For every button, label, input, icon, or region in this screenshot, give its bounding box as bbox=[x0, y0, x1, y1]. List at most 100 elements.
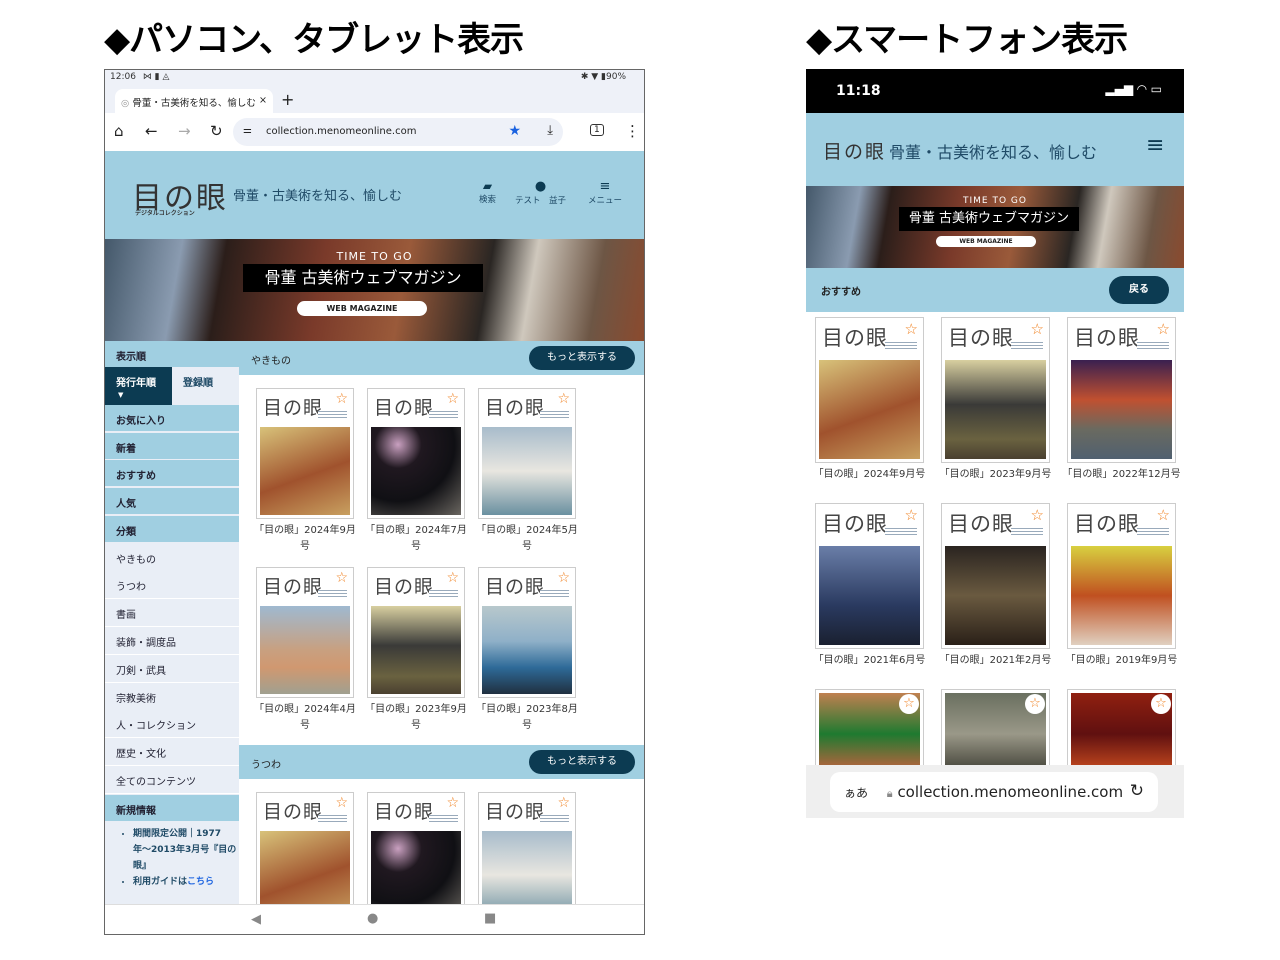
favorite-star-icon[interactable]: ☆ bbox=[1157, 320, 1170, 338]
sidebar-category[interactable]: 全てのコンテンツ bbox=[105, 765, 239, 794]
magazine-cover[interactable]: 目の眼 ☆ bbox=[941, 317, 1050, 463]
favorite-star-icon[interactable]: ☆ bbox=[899, 694, 919, 714]
phone-address-bar[interactable]: ぁあ 🔒︎ collection.menomeonline.com ↻ bbox=[830, 772, 1158, 812]
sidebar-category[interactable]: やきもの bbox=[105, 543, 239, 572]
reader-aa-button[interactable]: ぁあ bbox=[844, 786, 868, 800]
download-icon[interactable]: ⤓ bbox=[547, 123, 553, 138]
sidebar-category[interactable]: 宗教美術 bbox=[105, 682, 239, 711]
guide-link[interactable]: こちら bbox=[187, 877, 214, 887]
sidebar-category[interactable]: 人・コレクション bbox=[105, 710, 239, 739]
sidebar-item[interactable]: 新着 bbox=[105, 432, 239, 460]
hamburger-icon[interactable]: ≡ bbox=[1146, 133, 1164, 158]
cover-caption[interactable]: 「目の眼」2022年12月号 bbox=[1061, 467, 1182, 483]
search-button[interactable]: ▰ 検索 bbox=[479, 179, 496, 205]
cover-caption[interactable]: 「目の眼」2021年6月号 bbox=[809, 653, 930, 669]
magazine-cover[interactable]: 目の眼 ☆ bbox=[256, 567, 354, 698]
sidebar-category[interactable]: うつわ bbox=[105, 571, 239, 600]
favorite-star-icon[interactable]: ☆ bbox=[446, 391, 459, 407]
cover-image bbox=[371, 606, 461, 694]
sidebar-item[interactable]: お気に入り bbox=[105, 405, 239, 432]
cover-subtitle bbox=[318, 411, 347, 419]
address-bar[interactable]: ⚌ collection.menomeonline.com ★ ⤓ bbox=[233, 118, 563, 146]
sort-tab-publish-year[interactable]: 発行年順 bbox=[105, 367, 172, 405]
sidebar-item[interactable]: 分類 bbox=[105, 515, 239, 543]
sidebar-item[interactable]: 人気 bbox=[105, 488, 239, 516]
sidebar-category[interactable]: 書画 bbox=[105, 599, 239, 628]
magazine-banner[interactable]: TIME TO GO 骨董 古美術ウェブマガジン WEB MAGAZINE bbox=[105, 239, 644, 341]
nav-home-icon[interactable]: ● bbox=[367, 911, 378, 926]
bookmark-star-icon[interactable]: ★ bbox=[508, 123, 521, 139]
show-more-button[interactable]: もっと表示する bbox=[529, 346, 635, 370]
sidebar-item[interactable]: おすすめ bbox=[105, 460, 239, 488]
news-item[interactable]: 期間限定公開｜1977年〜2013年3月号『目の眼』 bbox=[133, 826, 237, 874]
cover-subtitle bbox=[540, 590, 569, 598]
magazine-cover[interactable]: 目の眼 ☆ bbox=[1067, 317, 1176, 463]
favorite-star-icon[interactable]: ☆ bbox=[335, 795, 348, 811]
show-more-button[interactable]: もっと表示する bbox=[529, 750, 635, 774]
favorite-star-icon[interactable]: ☆ bbox=[1151, 694, 1171, 714]
cover-logo: 目の眼 bbox=[1074, 326, 1140, 350]
favorite-star-icon[interactable]: ☆ bbox=[335, 391, 348, 407]
magazine-cover[interactable]: 目の眼 ☆ bbox=[478, 567, 576, 698]
tab-count-button[interactable]: 1 bbox=[590, 124, 604, 136]
favorite-star-icon[interactable]: ☆ bbox=[1157, 506, 1170, 524]
back-icon[interactable]: ← bbox=[145, 122, 158, 140]
site-settings-icon[interactable]: ⚌ bbox=[243, 125, 252, 136]
user-button[interactable]: ● テスト 益子 bbox=[515, 179, 566, 206]
signal-wifi-battery-icon: ▂▄▆ ◠ ▭ bbox=[1105, 82, 1162, 96]
magazine-cover[interactable]: 目の眼 ☆ bbox=[478, 388, 576, 519]
new-tab-button[interactable]: + bbox=[281, 90, 294, 109]
menu-button[interactable]: ≡ メニュー bbox=[588, 179, 622, 206]
reload-icon[interactable]: ↻ bbox=[210, 122, 223, 140]
magazine-cover[interactable]: 目の眼 ☆ bbox=[367, 567, 465, 698]
cover-caption[interactable]: 「目の眼」2019年9月号 bbox=[1061, 653, 1182, 669]
magazine-cover[interactable]: 目の眼 ☆ bbox=[941, 503, 1050, 649]
cover-caption[interactable]: 「目の眼」2023年9月号 bbox=[935, 467, 1056, 483]
favorite-star-icon[interactable]: ☆ bbox=[557, 391, 570, 407]
magazine-cover[interactable]: 目の眼 ☆ bbox=[1067, 503, 1176, 649]
tablet-heading: ◆パソコン、タブレット表示 bbox=[104, 20, 524, 60]
news-item[interactable]: 利用ガイドはこちら bbox=[133, 874, 237, 890]
tab-close-icon[interactable]: × bbox=[256, 95, 267, 106]
favorite-star-icon[interactable]: ☆ bbox=[905, 506, 918, 524]
phone-site-logo[interactable]: 目の眼 bbox=[823, 137, 886, 164]
home-icon[interactable]: ⌂ bbox=[114, 122, 124, 140]
favorite-star-icon[interactable]: ☆ bbox=[335, 570, 348, 586]
phone-grid: 目の眼 ☆ 「目の眼」2024年9月号 目の眼 ☆ 「目の眼」2023年9月号 目の眼 ☆ 「目… bbox=[806, 312, 1184, 779]
reload-icon[interactable]: ↻ bbox=[1130, 781, 1144, 801]
sort-tab-registered[interactable]: 登録順 bbox=[172, 367, 239, 405]
favorite-star-icon[interactable]: ☆ bbox=[1031, 320, 1044, 338]
sidebar-category[interactable]: 装飾・調度品 bbox=[105, 626, 239, 655]
browser-tab[interactable]: ◎ 骨董・古美術を知る、愉しむ × bbox=[115, 89, 273, 113]
favorite-star-icon[interactable]: ☆ bbox=[557, 570, 570, 586]
magazine-cover[interactable]: 目の眼 ☆ bbox=[256, 388, 354, 519]
nav-back-icon[interactable]: ◀ bbox=[251, 912, 261, 927]
cover-caption[interactable]: 「目の眼」2023年9月号 bbox=[361, 702, 471, 734]
cover-caption[interactable]: 「目の眼」2021年2月号 bbox=[935, 653, 1056, 669]
cover-caption[interactable]: 「目の眼」2024年7月号 bbox=[361, 523, 471, 555]
forward-icon[interactable]: → bbox=[178, 122, 191, 140]
magazine-cover[interactable]: 目の眼 ☆ bbox=[815, 503, 924, 649]
favorite-star-icon[interactable]: ☆ bbox=[1031, 506, 1044, 524]
back-button[interactable]: 戻る bbox=[1109, 276, 1169, 304]
magazine-cover[interactable]: 目の眼 ☆ bbox=[815, 317, 924, 463]
favorite-star-icon[interactable]: ☆ bbox=[557, 795, 570, 811]
sidebar-category[interactable]: 刀剣・武具 bbox=[105, 654, 239, 683]
sidebar-category[interactable]: 歴史・文化 bbox=[105, 738, 239, 767]
status-bar: 12:06 ⋈ ▮ ◬ ✱ ▼ ▮90% bbox=[105, 70, 644, 86]
phone-site-tagline: 骨董・古美術を知る、愉しむ bbox=[889, 143, 1098, 162]
more-menu-icon[interactable]: ⋮ bbox=[625, 122, 640, 140]
favorite-star-icon[interactable]: ☆ bbox=[905, 320, 918, 338]
cover-caption[interactable]: 「目の眼」2024年4月号 bbox=[250, 702, 360, 734]
cover-caption[interactable]: 「目の眼」2024年9月号 bbox=[250, 523, 360, 555]
cover-image bbox=[819, 546, 920, 645]
nav-recents-icon[interactable]: ■ bbox=[484, 911, 496, 926]
cover-caption[interactable]: 「目の眼」2023年8月号 bbox=[472, 702, 582, 734]
phone-magazine-banner[interactable]: TIME TO GO 骨董 古美術ウェブマガジン WEB MAGAZINE bbox=[806, 186, 1184, 268]
magazine-cover[interactable]: 目の眼 ☆ bbox=[367, 388, 465, 519]
favorite-star-icon[interactable]: ☆ bbox=[1025, 694, 1045, 714]
favorite-star-icon[interactable]: ☆ bbox=[446, 795, 459, 811]
favorite-star-icon[interactable]: ☆ bbox=[446, 570, 459, 586]
cover-caption[interactable]: 「目の眼」2024年5月号 bbox=[472, 523, 582, 555]
cover-caption[interactable]: 「目の眼」2024年9月号 bbox=[809, 467, 930, 483]
